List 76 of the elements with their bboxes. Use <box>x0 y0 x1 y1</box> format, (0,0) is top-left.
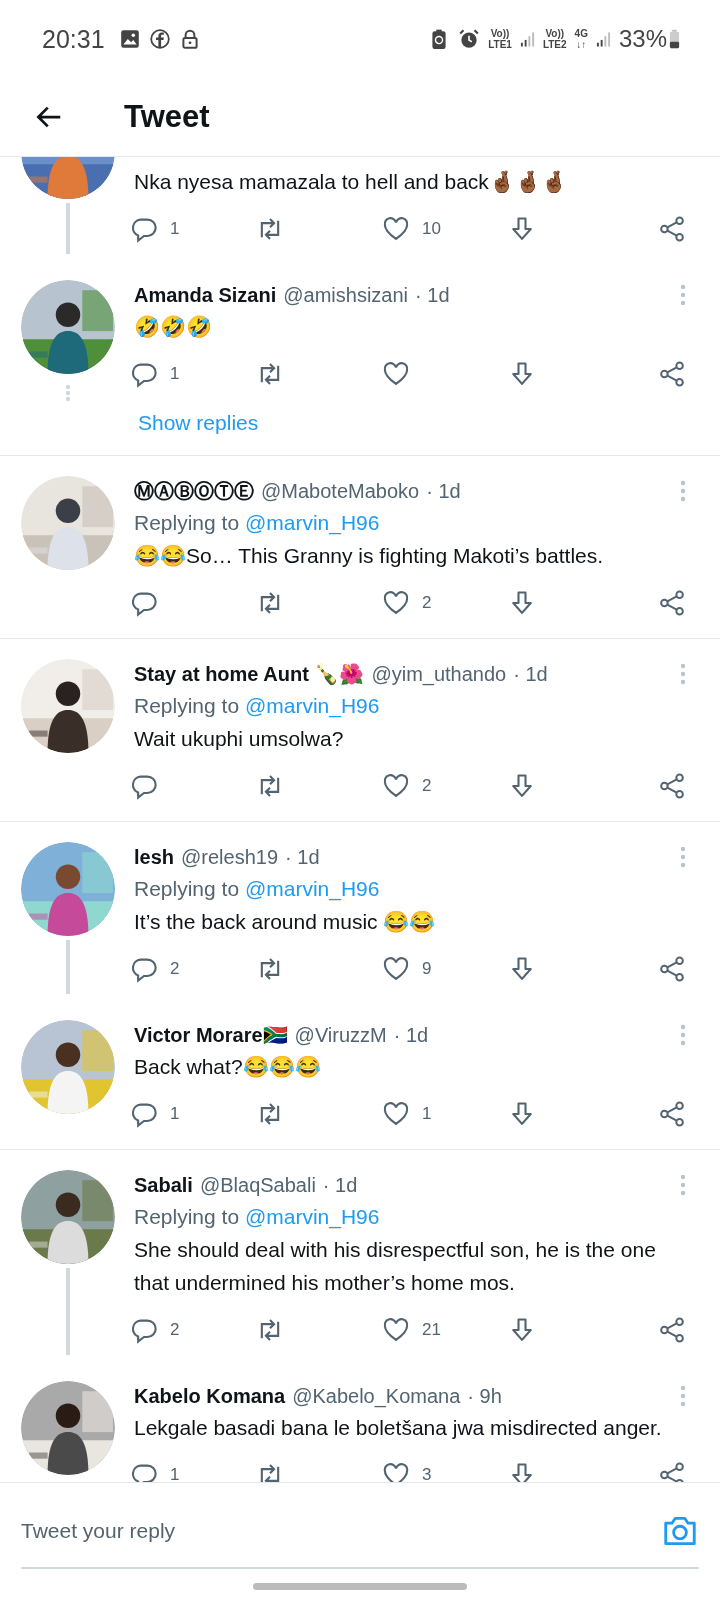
user-handle: @MaboteMaboko <box>261 479 420 504</box>
user-name[interactable]: Amanda Sizani <box>134 280 277 310</box>
user-handle: @relesh19 <box>181 845 279 870</box>
network-label: Vo)) LTE1 <box>488 28 512 50</box>
social-app-icon <box>148 28 171 50</box>
gallery-icon <box>118 28 141 50</box>
heart-icon[interactable] <box>382 1316 410 1344</box>
tweet-text: 🤣🤣🤣 <box>134 314 213 340</box>
reply-field[interactable]: Tweet your reply <box>21 1519 661 1543</box>
network-label: Vo)) LTE2 <box>542 28 567 50</box>
share-icon[interactable] <box>658 1461 686 1482</box>
reply-count: 1 <box>170 219 180 239</box>
battery-percent: 33% <box>618 25 667 53</box>
user-name[interactable]: Kabelo Komana <box>134 1381 286 1411</box>
share-icon[interactable] <box>658 1316 686 1344</box>
heart-icon[interactable] <box>382 1461 410 1482</box>
user-name[interactable]: Victor Morare🇿🇦 <box>134 1020 288 1050</box>
signal-icon <box>519 29 535 49</box>
heart-icon[interactable] <box>382 955 410 983</box>
share-icon[interactable] <box>658 1100 686 1128</box>
like-count: 3 <box>422 1465 432 1482</box>
tweet-text: Nka nyesa mamazala to hell and back🤞🏾🤞🏾🤞🏾 <box>134 169 568 195</box>
heart-icon[interactable] <box>382 360 410 388</box>
share-icon[interactable] <box>658 589 686 617</box>
clock: 20:31 <box>42 24 105 54</box>
alarm-icon <box>458 28 481 50</box>
like-count: 21 <box>422 1320 441 1340</box>
replying-label: Replying to <box>134 511 240 534</box>
reply-count: 2 <box>170 1320 180 1340</box>
replying-label: Replying to <box>134 1205 240 1228</box>
user-handle: @BlaqSabali <box>199 1173 316 1198</box>
replying-label: Replying to <box>134 694 240 717</box>
user-name[interactable]: ⓂⒶⒷⓄⓉⒺ <box>134 476 254 506</box>
tweet-text: She should deal with his disrespectful son, he is the one that undermined his mother’s home mos. <box>134 1237 657 1296</box>
share-icon[interactable] <box>658 772 686 800</box>
user-name[interactable]: Stay at home Aunt 🍾🌺 <box>134 659 365 689</box>
reply-count: 2 <box>170 959 180 979</box>
like-count: 10 <box>422 219 441 239</box>
page-title: Tweet <box>124 99 210 135</box>
heart-icon[interactable] <box>382 772 410 800</box>
timestamp: · 1d <box>513 662 548 687</box>
timestamp: · 1d <box>393 1023 429 1048</box>
reply-count: 1 <box>170 364 180 384</box>
user-name[interactable]: lesh <box>134 842 175 872</box>
like-count: 9 <box>422 959 432 979</box>
share-icon[interactable] <box>658 215 686 243</box>
user-name[interactable]: Sabali <box>134 1170 193 1200</box>
share-icon[interactable] <box>658 955 686 983</box>
tweet-text: Wait ukuphi umsolwa? <box>134 726 345 752</box>
battery-icon <box>669 28 680 50</box>
reply-count: 1 <box>170 1465 180 1482</box>
timestamp: · 1d <box>415 283 450 308</box>
tweet-text: Lekgale basadi bana le boletšana jwa misdirected anger. <box>134 1415 663 1441</box>
user-handle: @amishsizani <box>283 283 409 308</box>
timestamp: · 1d <box>285 845 320 870</box>
signal-icon <box>595 29 611 49</box>
like-count: 1 <box>422 1104 432 1124</box>
user-handle: @Kabelo_Komana <box>292 1384 461 1410</box>
timestamp: · 1d <box>322 1173 358 1198</box>
timestamp: · 9h <box>467 1384 502 1409</box>
tweet-text: 😂😂So… This Granny is fighting Makoti’s battles. <box>134 543 605 569</box>
tweet-text: Back what?😂😂😂 <box>134 1054 322 1080</box>
like-count: 2 <box>422 776 432 796</box>
user-handle: @yim_uthando <box>371 662 507 688</box>
timestamp: · 1d <box>426 479 461 504</box>
replying-label: Replying to <box>134 877 240 900</box>
heart-icon[interactable] <box>382 1100 410 1128</box>
like-count: 2 <box>422 593 432 613</box>
heart-icon[interactable] <box>382 215 410 243</box>
share-icon[interactable] <box>658 360 686 388</box>
heart-icon[interactable] <box>382 589 410 617</box>
reply-count: 1 <box>170 1104 180 1124</box>
user-handle: @ViruzzM <box>294 1023 387 1048</box>
data-label: 4G ↓↑ <box>574 28 588 50</box>
tweet-text: It’s the back around music 😂😂 <box>134 909 437 935</box>
dots-icon <box>65 384 71 402</box>
